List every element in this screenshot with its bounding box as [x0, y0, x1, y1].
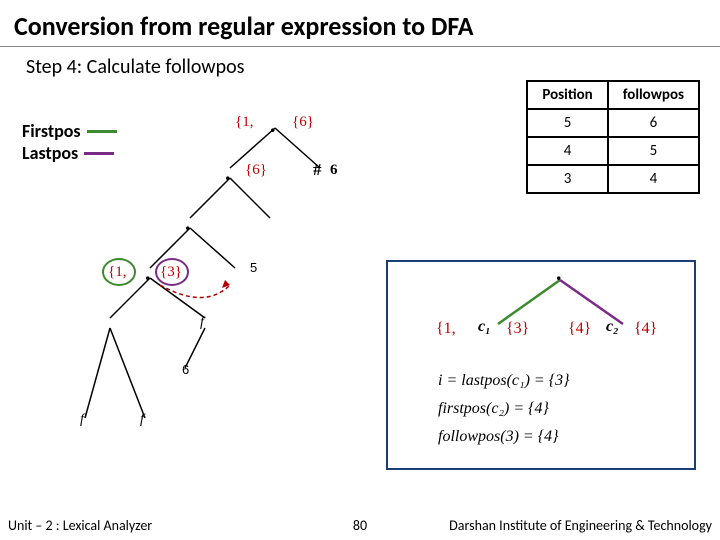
followpos-header-position: Position [527, 81, 607, 109]
leaf-f: f [200, 315, 204, 331]
firstpos-circle-icon [102, 258, 136, 286]
mini-c1-lp: {3} [506, 320, 529, 338]
followpos-header-followpos: followpos [608, 81, 699, 109]
footer-unit: Unit – 2 : Lexical Analyzer [0, 517, 152, 534]
mini-c2-label: c₂ [606, 318, 619, 336]
table-row: 3 4 [527, 165, 699, 193]
table-row: 4 5 [527, 137, 699, 165]
leaf-f2: f [140, 412, 144, 428]
mini-eq1: i = lastpos(c₁) = {3} [438, 372, 570, 390]
node3-op: . [185, 218, 191, 228]
step-heading: Step 4: Calculate followpos [0, 47, 720, 79]
leaf-5-num: 5 [250, 260, 257, 275]
footer-page-number: 80 [330, 517, 390, 534]
mini-c2-fp: {4} [568, 320, 591, 338]
root-firstpos: {1, [235, 114, 253, 131]
mini-eq3: followpos(3) = {4} [438, 428, 558, 446]
node2-op: . [225, 168, 231, 178]
lastpos-circle-icon [155, 258, 189, 286]
mini-root-dot: . [556, 268, 562, 278]
leaf-f1: f [80, 412, 84, 428]
followpos-table: Position followpos 5 6 4 5 3 4 [526, 80, 700, 194]
mini-c2-lp: {4} [634, 320, 657, 338]
mini-c1-label: c₁ [478, 318, 491, 336]
footer: Unit – 2 : Lexical Analyzer 80 Darshan I… [0, 510, 720, 540]
mini-eq2: firstpos(c₂) = {4} [438, 400, 549, 418]
mini-c1-fp: {1, [436, 320, 456, 338]
hash-num: 6 [330, 162, 338, 179]
hash-leaf: # [313, 160, 322, 180]
root-op: . [270, 120, 276, 130]
page-title: Conversion from regular expression to DF… [0, 0, 720, 47]
node2-lastpos: {6} [245, 162, 267, 179]
leaf-6-num: 6 [182, 362, 189, 377]
table-row: 5 6 [527, 109, 699, 137]
followpos-derivation-box: . {1, c₁ {3} {4} c₂ {4} i = lastpos(c₁) … [386, 260, 696, 470]
footer-institute: Darshan Institute of Engineering & Techn… [449, 517, 720, 534]
node4-op: . [145, 268, 151, 278]
root-lastpos: {6} [292, 114, 314, 131]
